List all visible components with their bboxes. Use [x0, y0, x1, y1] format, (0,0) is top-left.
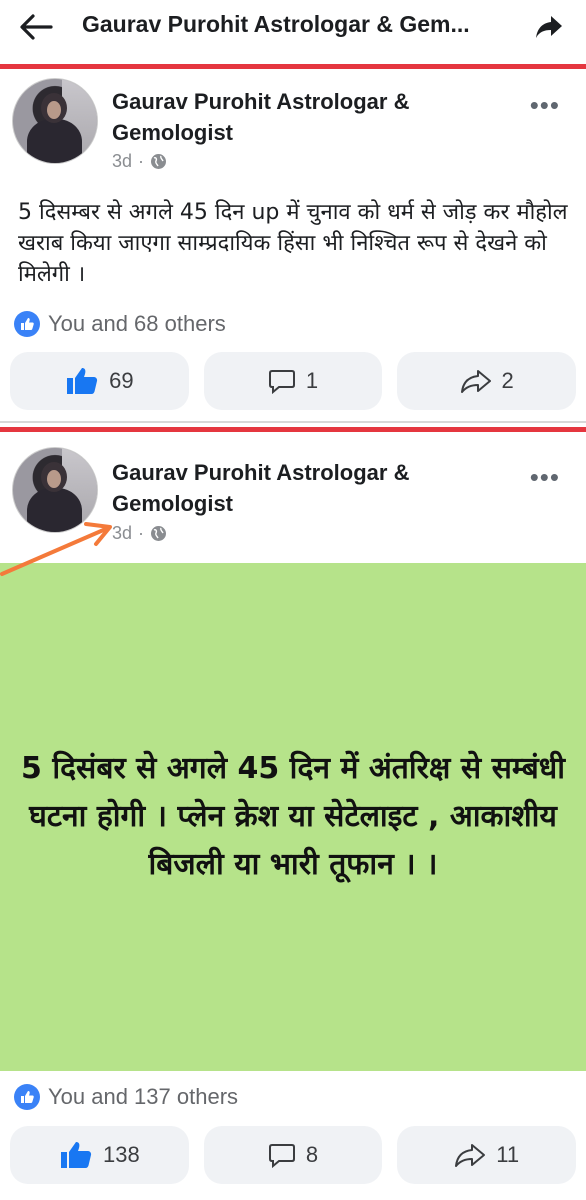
like-count: 138: [102, 1142, 140, 1167]
share-button[interactable]: 2: [397, 352, 577, 410]
post-meta: 3d ·: [112, 151, 167, 172]
comment-icon: [268, 1144, 295, 1168]
post-author[interactable]: Gaurav Purohit Astrologar & Gemologist: [112, 457, 512, 519]
like-count: 69: [109, 368, 134, 393]
section-divider: [0, 427, 586, 432]
avatar[interactable]: [12, 78, 98, 164]
share-count: 2: [501, 368, 514, 393]
like-button[interactable]: 69: [10, 352, 189, 410]
meta-separator: ·: [138, 151, 145, 171]
comment-button[interactable]: 1: [203, 352, 383, 410]
more-options-icon[interactable]: •••: [530, 464, 560, 490]
meta-separator: ·: [138, 523, 145, 543]
share-button[interactable]: 11: [397, 1126, 577, 1184]
globe-icon: [151, 154, 167, 169]
thumbs-up-icon: [67, 368, 98, 394]
page-title: Gaurav Purohit Astrologar & Gem...: [82, 11, 470, 37]
reaction-summary[interactable]: You and 68 others: [14, 311, 226, 337]
post-actions: 138 8 11: [10, 1126, 577, 1184]
post-author[interactable]: Gaurav Purohit Astrologar & Gemologist: [112, 86, 512, 148]
post-image[interactable]: 5 दिसंबर से अगले 45 दिन में अंतरिक्ष से …: [0, 563, 586, 1071]
post-actions: 69 1 2: [10, 352, 577, 410]
like-reaction-icon: [14, 1084, 40, 1110]
top-bar: Gaurav Purohit Astrologar & Gem...: [0, 0, 586, 62]
section-divider: [0, 64, 586, 69]
share-count: 11: [496, 1142, 520, 1167]
post-meta: 3d ·: [112, 523, 167, 544]
like-reaction-icon: [14, 311, 40, 337]
back-arrow-icon[interactable]: [18, 12, 54, 42]
image-text: 5 दिसंबर से अगले 45 दिन में अंतरिक्ष से …: [21, 751, 565, 882]
share-forward-icon[interactable]: [534, 12, 564, 42]
annotation-arrow-icon: [0, 522, 112, 576]
post-divider: [0, 421, 586, 423]
like-button[interactable]: 138: [10, 1126, 189, 1184]
reaction-summary[interactable]: You and 137 others: [14, 1084, 238, 1110]
globe-icon: [151, 526, 167, 541]
reaction-text: You and 137 others: [48, 1084, 239, 1109]
post-time: 3d: [112, 151, 133, 171]
comment-count: 8: [305, 1142, 319, 1167]
more-options-icon[interactable]: •••: [530, 92, 560, 118]
comment-icon: [268, 370, 295, 394]
thumbs-up-icon: [60, 1142, 92, 1168]
share-icon: [460, 370, 491, 393]
reaction-text: You and 68 others: [48, 311, 226, 336]
comment-button[interactable]: 8: [203, 1126, 383, 1184]
post-text: 5 दिसम्बर से अगले 45 दिन up में चुनाव को…: [18, 200, 568, 287]
comment-count: 1: [305, 368, 319, 393]
share-icon: [455, 1144, 486, 1167]
